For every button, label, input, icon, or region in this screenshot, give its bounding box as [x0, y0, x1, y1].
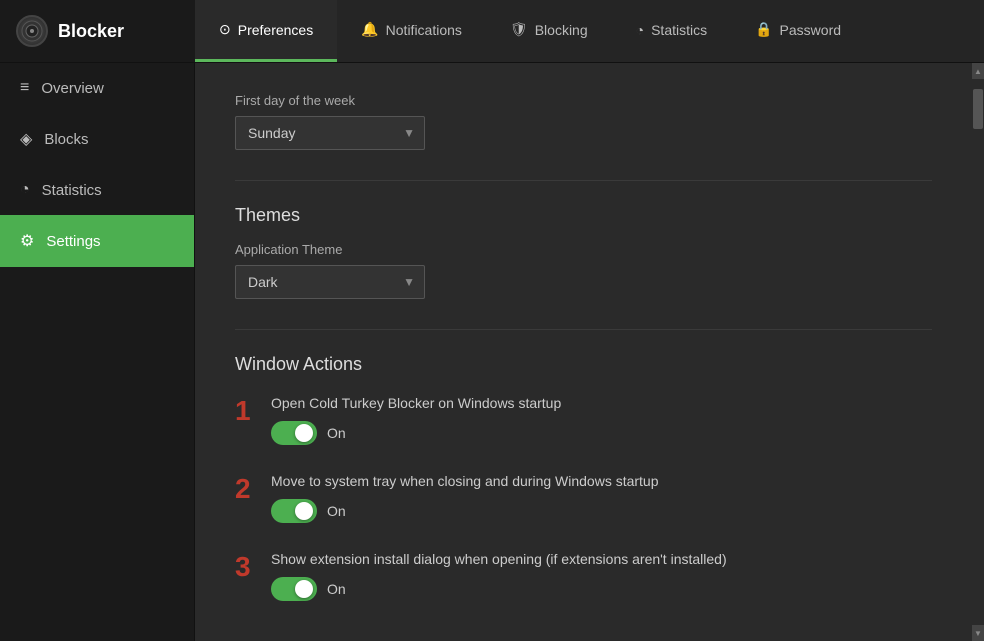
window-actions-section: Window Actions 1 Open Cold Turkey Blocke…	[235, 354, 932, 601]
scrollbar-up-button[interactable]: ▲	[972, 63, 984, 79]
sidebar: ≡ Overview ◈ Blocks ◔ Statistics ⚙ Setti…	[0, 63, 195, 641]
first-day-select[interactable]: Sunday Monday Tuesday Wednesday Thursday…	[235, 116, 425, 150]
blocking-icon: 🛡	[510, 21, 528, 38]
toggle-label-2: On	[327, 503, 346, 519]
tab-password[interactable]: 🔒 Password	[731, 0, 865, 62]
action-row-1: 1 Open Cold Turkey Blocker on Windows st…	[235, 395, 932, 445]
sidebar-item-blocks[interactable]: ◈ Blocks	[0, 113, 194, 165]
blocks-icon: ◈	[20, 129, 32, 149]
toggle-label-3: On	[327, 581, 346, 597]
action-row-3: 3 Show extension install dialog when ope…	[235, 551, 932, 601]
settings-icon: ⚙	[20, 231, 34, 251]
sidebar-statistics-icon: ◔	[20, 181, 30, 199]
tab-password-label: Password	[780, 22, 841, 38]
sidebar-settings-label: Settings	[46, 233, 100, 250]
divider-2	[235, 329, 932, 330]
toggle-thumb-3	[295, 580, 313, 598]
nav-tabs: ⊙ Preferences 🔔 Notifications 🛡 Blocking…	[195, 0, 865, 62]
top-nav: Blocker ⊙ Preferences 🔔 Notifications 🛡 …	[0, 0, 984, 63]
scrollbar-area	[972, 79, 984, 625]
tab-blocking-label: Blocking	[535, 22, 588, 38]
first-day-select-wrapper: Sunday Monday Tuesday Wednesday Thursday…	[235, 116, 425, 150]
toggle-3[interactable]	[271, 577, 317, 601]
app-theme-select[interactable]: Dark Light System	[235, 265, 425, 299]
sidebar-item-overview[interactable]: ≡ Overview	[0, 63, 194, 113]
tab-blocking[interactable]: 🛡 Blocking	[486, 0, 612, 62]
sidebar-overview-label: Overview	[41, 80, 104, 97]
toggle-1[interactable]	[271, 421, 317, 445]
app-theme-label: Application Theme	[235, 242, 932, 257]
action-content-2: Move to system tray when closing and dur…	[271, 473, 932, 523]
toggle-thumb-1	[295, 424, 313, 442]
action-label-2: Move to system tray when closing and dur…	[271, 473, 932, 489]
divider-1	[235, 180, 932, 181]
sidebar-blocks-label: Blocks	[44, 131, 88, 148]
action-number-1: 1	[235, 397, 255, 425]
preferences-icon: ⊙	[219, 21, 231, 38]
action-label-1: Open Cold Turkey Blocker on Windows star…	[271, 395, 932, 411]
statistics-nav-icon: ◔	[636, 22, 644, 38]
overview-icon: ≡	[20, 79, 29, 97]
content-area: First day of the week Sunday Monday Tues…	[195, 63, 972, 641]
tab-statistics-label: Statistics	[651, 22, 707, 38]
themes-section: Themes Application Theme Dark Light Syst…	[235, 205, 932, 299]
sidebar-statistics-label: Statistics	[42, 182, 102, 199]
action-row-2: 2 Move to system tray when closing and d…	[235, 473, 932, 523]
sidebar-item-settings[interactable]: ⚙ Settings	[0, 215, 194, 267]
toggle-label-1: On	[327, 425, 346, 441]
main-layout: ≡ Overview ◈ Blocks ◔ Statistics ⚙ Setti…	[0, 63, 984, 641]
action-number-3: 3	[235, 553, 255, 581]
tab-preferences-label: Preferences	[238, 22, 313, 38]
action-content-1: Open Cold Turkey Blocker on Windows star…	[271, 395, 932, 445]
toggle-thumb-2	[295, 502, 313, 520]
app-logo: Blocker	[0, 0, 195, 62]
first-day-label: First day of the week	[235, 93, 932, 108]
first-day-section: First day of the week Sunday Monday Tues…	[235, 93, 932, 150]
tab-notifications[interactable]: 🔔 Notifications	[337, 0, 486, 62]
app-logo-icon	[16, 15, 48, 47]
scrollbar-thumb[interactable]	[973, 89, 983, 129]
toggle-2[interactable]	[271, 499, 317, 523]
toggle-track-3	[271, 577, 317, 601]
sidebar-item-statistics[interactable]: ◔ Statistics	[0, 165, 194, 215]
action-number-2: 2	[235, 475, 255, 503]
notifications-icon: 🔔	[361, 21, 378, 38]
toggle-row-3: On	[271, 577, 932, 601]
password-icon: 🔒	[755, 21, 772, 38]
app-title: Blocker	[58, 21, 124, 42]
action-label-3: Show extension install dialog when openi…	[271, 551, 932, 567]
window-actions-title: Window Actions	[235, 354, 932, 375]
toggle-row-1: On	[271, 421, 932, 445]
toggle-track-2	[271, 499, 317, 523]
logo-svg	[21, 20, 43, 42]
app-theme-select-wrapper: Dark Light System ▼	[235, 265, 425, 299]
tab-statistics[interactable]: ◔ Statistics	[612, 0, 731, 62]
tab-notifications-label: Notifications	[386, 22, 462, 38]
tab-preferences[interactable]: ⊙ Preferences	[195, 0, 337, 62]
toggle-row-2: On	[271, 499, 932, 523]
toggle-track-1	[271, 421, 317, 445]
themes-title: Themes	[235, 205, 932, 226]
scrollbar: ▲ ▼	[972, 63, 984, 641]
action-content-3: Show extension install dialog when openi…	[271, 551, 932, 601]
scrollbar-down-button[interactable]: ▼	[972, 625, 984, 641]
